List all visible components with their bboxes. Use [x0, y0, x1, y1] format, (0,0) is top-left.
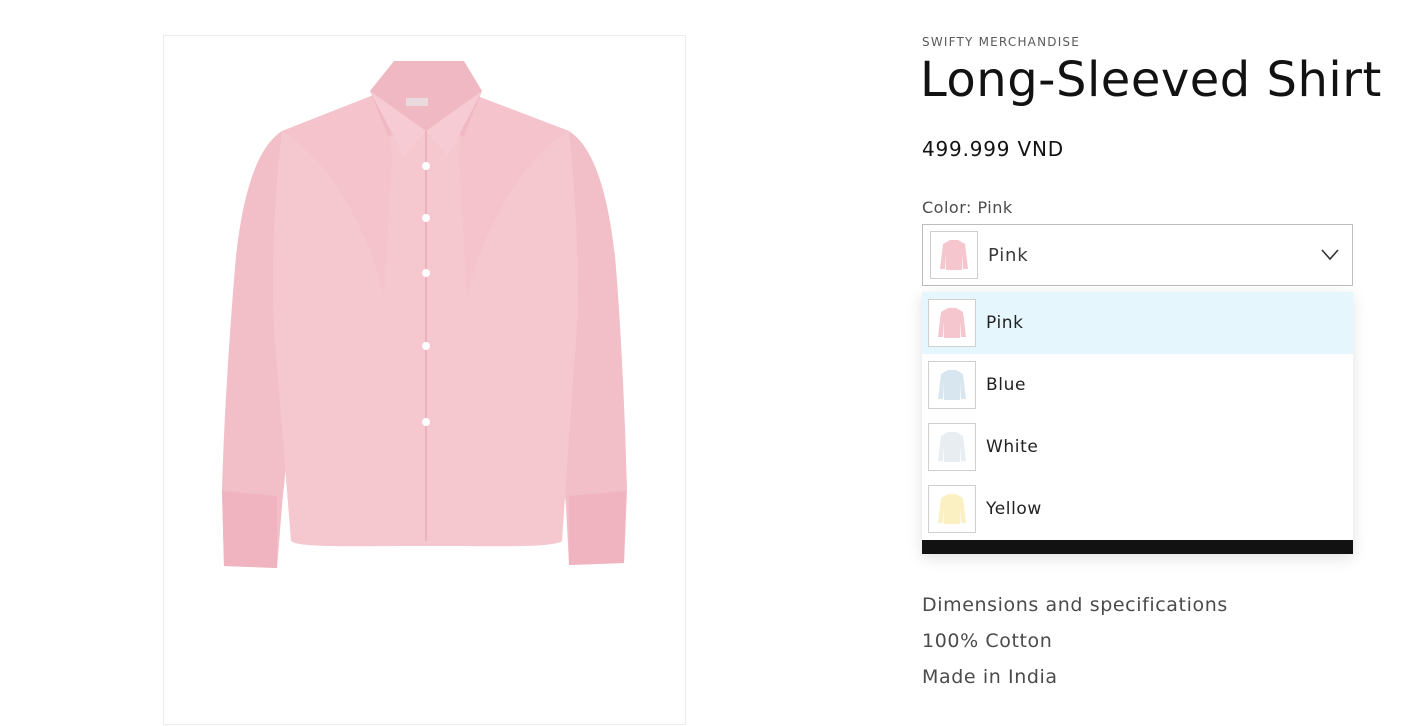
- specs-heading: Dimensions and specifications: [922, 594, 1228, 616]
- shirt-thumbnail: [938, 308, 966, 338]
- swatch-thumbnail-pink: [928, 299, 976, 347]
- color-dropdown-list: Pink Blue White Yellow: [922, 292, 1353, 554]
- color-select[interactable]: Pink: [922, 224, 1353, 286]
- color-option-blue[interactable]: Blue: [922, 354, 1353, 416]
- spec-material: 100% Cotton: [922, 630, 1053, 652]
- option-label: Yellow: [986, 499, 1042, 519]
- color-option-white[interactable]: White: [922, 416, 1353, 478]
- color-select-value: Pink: [988, 244, 1029, 266]
- swatch-thumbnail-white: [928, 423, 976, 471]
- product-title: Long-Sleeved Shirt: [920, 52, 1382, 108]
- color-option-pink[interactable]: Pink: [922, 292, 1353, 354]
- product-vendor: SWIFTY MERCHANDISE: [922, 35, 1081, 49]
- color-option-yellow[interactable]: Yellow: [922, 478, 1353, 540]
- option-label: Pink: [986, 313, 1024, 333]
- product-image: [222, 61, 627, 568]
- selected-swatch-thumbnail: [930, 231, 978, 279]
- shirt-thumbnail: [938, 432, 966, 462]
- shirt-thumbnail: [938, 370, 966, 400]
- shirt-thumbnail: [940, 240, 968, 270]
- spec-origin: Made in India: [922, 666, 1058, 688]
- add-to-cart-button-edge[interactable]: [922, 540, 1353, 554]
- option-label: Blue: [986, 375, 1027, 395]
- product-image-frame[interactable]: [163, 35, 686, 725]
- option-label: White: [986, 437, 1039, 457]
- swatch-thumbnail-yellow: [928, 485, 976, 533]
- chevron-down-icon: [1320, 245, 1340, 269]
- swatch-thumbnail-blue: [928, 361, 976, 409]
- product-price: 499.999 VND: [922, 137, 1064, 161]
- shirt-thumbnail: [938, 494, 966, 524]
- color-label: Color: Pink: [922, 198, 1013, 217]
